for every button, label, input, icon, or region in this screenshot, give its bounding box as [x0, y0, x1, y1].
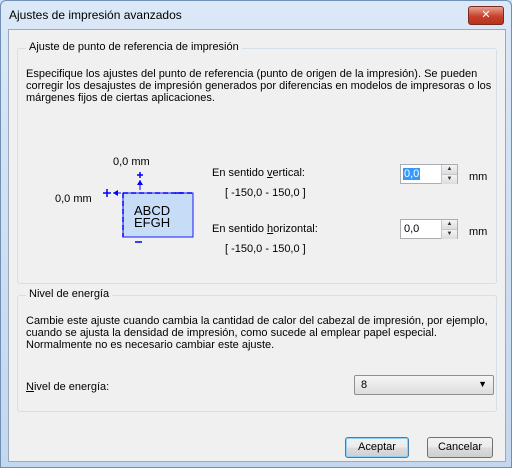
horizontal-value[interactable]: 0,0 — [403, 223, 420, 235]
spin-up-icon[interactable]: ▲ — [441, 165, 457, 175]
horizontal-range: [ -150,0 - 150,0 ] — [225, 243, 306, 255]
chevron-down-icon[interactable]: ▼ — [478, 379, 487, 389]
dialog-client-area: Ajuste de punto de referencia de impresi… — [8, 29, 506, 462]
reference-description-line: Especifique los ajustes del punto de ref… — [26, 68, 478, 80]
horizontal-unit: mm — [469, 226, 488, 238]
horizontal-label: En sentido horizontal: — [212, 223, 318, 235]
energy-description-line: Cambie este ajuste cuando cambia la cant… — [26, 315, 488, 327]
energy-label-accesskey: N — [26, 381, 34, 393]
spin-up-icon[interactable]: ▲ — [441, 220, 457, 230]
close-icon: ✕ — [481, 9, 491, 21]
horizontal-spinbox[interactable]: 0,0 ▲ ▼ — [400, 219, 458, 239]
energy-description: Cambie este ajuste cuando cambia la cant… — [26, 315, 494, 351]
vertical-label-text: En sentido — [212, 167, 268, 179]
energy-group-legend: Nivel de energía — [26, 288, 113, 300]
horizontal-label-text: En sentido — [212, 223, 268, 235]
reference-description-line: corregir los desajustes de impresión gen… — [26, 80, 492, 92]
energy-level-value: 8 — [361, 379, 368, 391]
vertical-unit: mm — [469, 171, 488, 183]
dialog-window: Ajustes de impresión avanzados ✕ Ajuste … — [0, 0, 512, 468]
reference-point-diagram: 0,0 mm 0,0 mm ABCD EFGH — [55, 156, 200, 258]
sample-text: ABCD EFGH — [134, 204, 171, 230]
vertical-label-text: ertical: — [272, 167, 305, 179]
energy-description-line: cuando se ajusta la densidad de impresió… — [26, 327, 437, 339]
horizontal-label-text: orizontal: — [273, 223, 318, 235]
cancel-button[interactable]: Cancelar — [427, 437, 493, 458]
ok-button[interactable]: Aceptar — [345, 437, 409, 458]
energy-description-line: Normalmente no es necesario cambiar este… — [26, 339, 275, 351]
vertical-value[interactable]: 0,0 — [403, 168, 421, 180]
energy-level-label: Nivel de energía: — [26, 381, 109, 393]
reference-arrows-icon — [103, 172, 194, 243]
reference-description: Especifique los ajustes del punto de ref… — [26, 68, 494, 104]
vertical-spinbox[interactable]: 0,0 ▲ ▼ — [400, 164, 458, 184]
energy-level-select[interactable]: 8 ▼ — [354, 375, 494, 395]
reference-point-group: Ajuste de punto de referencia de impresi… — [17, 41, 497, 284]
energy-label-text: ivel de energía: — [33, 381, 110, 393]
spin-down-icon[interactable]: ▼ — [441, 175, 457, 184]
reference-group-legend: Ajuste de punto de referencia de impresi… — [26, 41, 242, 53]
title-bar: Ajustes de impresión avanzados ✕ — [1, 1, 511, 29]
vertical-range: [ -150,0 - 150,0 ] — [225, 187, 306, 199]
window-title: Ajustes de impresión avanzados — [9, 8, 182, 22]
vertical-label: En sentido vertical: — [212, 167, 305, 179]
close-button[interactable]: ✕ — [468, 6, 504, 25]
reference-description-line: márgenes fijos de ciertas aplicaciones. — [26, 92, 215, 104]
spin-down-icon[interactable]: ▼ — [441, 230, 457, 239]
sample-text-line: EFGH — [134, 215, 171, 230]
